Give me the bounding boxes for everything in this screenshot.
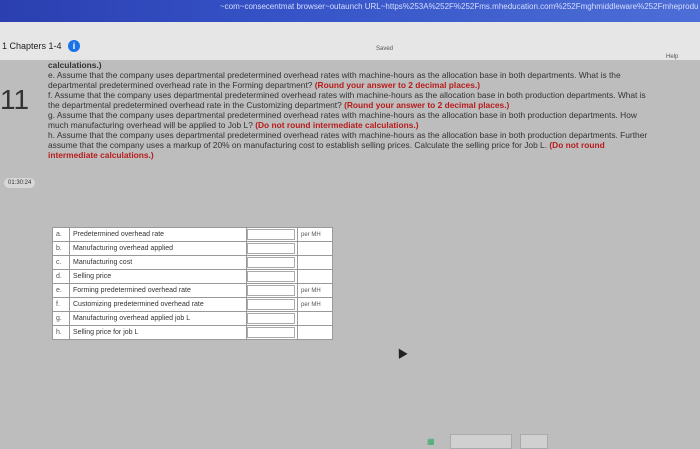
instruction-e: e. Assume that the company uses departme…	[48, 70, 648, 90]
timer: 01:30:24	[4, 178, 36, 188]
row-label: Manufacturing overhead applied	[69, 241, 247, 256]
answer-input[interactable]	[247, 271, 295, 282]
row-unit	[297, 311, 333, 326]
answer-cell	[246, 325, 298, 340]
row-unit	[297, 325, 333, 340]
row-label: Customizing predetermined overhead rate	[69, 297, 247, 312]
answer-input[interactable]	[247, 299, 295, 310]
answer-input[interactable]	[247, 313, 295, 324]
instruction-g-note: (Do not round intermediate calculations.…	[255, 120, 419, 130]
row-label: Selling price	[69, 269, 247, 284]
row-unit: per MH	[297, 227, 333, 242]
answer-input[interactable]	[247, 257, 295, 268]
row-unit	[297, 269, 333, 284]
chapter-title: 1 Chapters 1-4 i	[2, 40, 81, 52]
row-label: Predetermined overhead rate	[69, 227, 247, 242]
info-icon[interactable]: i	[68, 40, 81, 52]
answer-cell	[246, 297, 298, 312]
browser-top-bar: ~com~consecentmat browser~outaunch URL~h…	[0, 0, 700, 22]
answer-cell	[246, 269, 298, 284]
answer-input[interactable]	[247, 229, 295, 240]
table-row: f. Customizing predetermined overhead ra…	[52, 297, 333, 312]
assignment-header	[0, 22, 700, 60]
row-letter: a.	[52, 227, 70, 242]
question-number: 11	[0, 84, 30, 115]
row-letter: e.	[52, 283, 70, 298]
table-row: d. Selling price	[52, 269, 333, 284]
answer-cell	[246, 311, 298, 326]
instruction-h: h. Assume that the company uses departme…	[48, 130, 648, 160]
table-row: e. Forming predetermined overhead rate p…	[52, 283, 333, 298]
row-unit: per MH	[297, 283, 333, 298]
answer-cell	[246, 241, 298, 256]
instruction-f-note: (Round your answer to 2 decimal places.)	[344, 100, 510, 110]
saved-status: Saved	[376, 46, 394, 52]
instruction-e-note: (Round your answer to 2 decimal places.)	[314, 80, 480, 90]
browser-url[interactable]: ~com~consecentmat browser~outaunch URL~h…	[220, 2, 698, 11]
row-unit: per MH	[297, 297, 333, 312]
table-row: c. Manufacturing cost	[52, 255, 333, 270]
row-letter: c.	[52, 255, 70, 270]
row-label: Manufacturing cost	[69, 255, 247, 270]
mouse-cursor-icon	[394, 346, 408, 359]
answer-cell	[246, 283, 298, 298]
grid-icon: ▦	[427, 437, 435, 446]
instruction-g: g. Assume that the company uses departme…	[48, 110, 648, 130]
row-unit	[297, 255, 333, 270]
table-row: a. Predetermined overhead rate per MH	[52, 227, 333, 242]
row-label: Manufacturing overhead applied job L	[69, 311, 247, 326]
row-unit	[297, 241, 333, 256]
answer-table-body: a. Predetermined overhead rate per MH b.…	[52, 227, 333, 340]
answer-table: a. Predetermined overhead rate per MH b.…	[52, 227, 333, 340]
row-letter: b.	[52, 241, 70, 256]
row-letter: f.	[52, 297, 70, 312]
calc-line: calculations.)	[48, 60, 102, 70]
row-label: Selling price for job L	[69, 325, 247, 340]
table-row: g. Manufacturing overhead applied job L	[52, 311, 333, 326]
table-row: h. Selling price for job L	[52, 325, 333, 340]
question-instructions: calculations.) e. Assume that the compan…	[48, 60, 648, 160]
chapter-title-text: 1 Chapters 1-4	[2, 41, 62, 51]
table-row: b. Manufacturing overhead applied	[52, 241, 333, 256]
row-label: Forming predetermined overhead rate	[69, 283, 247, 298]
instruction-f: f. Assume that the company uses departme…	[48, 90, 648, 110]
answer-cell	[246, 255, 298, 270]
help-link[interactable]: Help	[666, 54, 678, 60]
row-letter: h.	[52, 325, 70, 340]
answer-input[interactable]	[247, 285, 295, 296]
answer-input[interactable]	[247, 243, 295, 254]
row-letter: d.	[52, 269, 70, 284]
answer-cell	[246, 227, 298, 242]
row-letter: g.	[52, 311, 70, 326]
answer-input[interactable]	[247, 327, 295, 338]
